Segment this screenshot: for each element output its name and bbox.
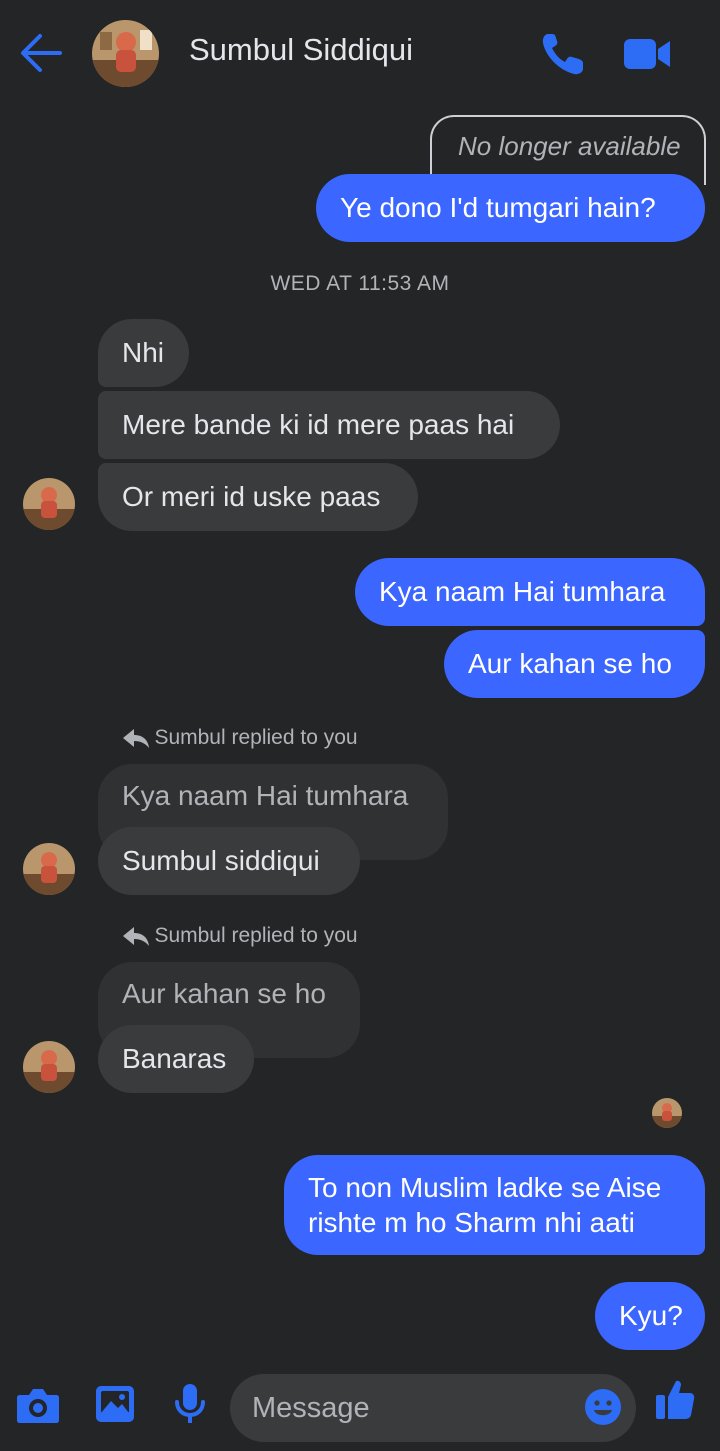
quoted-text: Kya naam Hai tumhara bbox=[122, 780, 409, 811]
sender-avatar[interactable] bbox=[23, 478, 75, 530]
outgoing-message[interactable]: Ye dono I'd tumgari hain? bbox=[316, 174, 705, 242]
message-input[interactable]: Message bbox=[230, 1374, 636, 1442]
message-timestamp: WED AT 11:53 AM bbox=[270, 272, 450, 295]
back-arrow-icon[interactable] bbox=[18, 32, 64, 74]
contact-name[interactable]: Sumbul Siddiqui bbox=[189, 32, 413, 68]
message-text-line: rishte m ho Sharm nhi aati bbox=[308, 1207, 635, 1238]
message-text: Banaras bbox=[122, 1043, 227, 1074]
message-text: Nhi bbox=[122, 337, 165, 368]
outgoing-message[interactable]: To non Muslim ladke se Aise rishte m ho … bbox=[284, 1155, 705, 1255]
video-camera-icon[interactable] bbox=[622, 33, 672, 75]
reply-label: Sumbul replied to you bbox=[154, 924, 358, 947]
incoming-message[interactable]: Mere bande ki id mere paas hai bbox=[98, 391, 560, 459]
incoming-message[interactable]: Or meri id uske paas bbox=[98, 463, 418, 531]
reply-arrow-icon bbox=[123, 729, 149, 748]
message-text: Aur kahan se ho bbox=[468, 648, 672, 679]
camera-icon[interactable] bbox=[16, 1385, 60, 1425]
seen-receipt-avatar bbox=[652, 1098, 682, 1128]
message-text: Ye dono I'd tumgari hain? bbox=[340, 192, 656, 223]
message-text: Sumbul siddiqui bbox=[122, 845, 320, 876]
unavailable-note: No longer available bbox=[458, 131, 681, 161]
emoji-icon[interactable] bbox=[584, 1388, 622, 1426]
phone-icon[interactable] bbox=[538, 30, 590, 78]
reply-label: Sumbul replied to you bbox=[154, 726, 358, 749]
outgoing-message[interactable]: Kya naam Hai tumhara bbox=[355, 558, 705, 626]
like-icon[interactable] bbox=[654, 1377, 696, 1421]
reply-indicator: Sumbul replied to you bbox=[122, 924, 358, 950]
incoming-message[interactable]: Banaras bbox=[98, 1025, 254, 1093]
reply-arrow-icon bbox=[123, 927, 149, 946]
message-text: Kyu? bbox=[619, 1300, 683, 1331]
incoming-message[interactable]: Nhi bbox=[98, 319, 189, 387]
message-text: Kya naam Hai tumhara bbox=[379, 576, 666, 607]
message-text-line: To non Muslim ladke se Aise bbox=[308, 1172, 662, 1203]
gallery-icon[interactable] bbox=[94, 1384, 136, 1424]
message-text: Mere bande ki id mere paas hai bbox=[122, 409, 515, 440]
quoted-text: Aur kahan se ho bbox=[122, 978, 326, 1009]
message-input-placeholder: Message bbox=[252, 1392, 370, 1424]
sender-avatar[interactable] bbox=[23, 843, 75, 895]
message-text: Or meri id uske paas bbox=[122, 481, 381, 512]
sender-avatar[interactable] bbox=[23, 1041, 75, 1093]
outgoing-message[interactable]: Aur kahan se ho bbox=[444, 630, 705, 698]
reply-indicator: Sumbul replied to you bbox=[122, 726, 358, 752]
outgoing-message[interactable]: Kyu? bbox=[595, 1282, 705, 1350]
microphone-icon[interactable] bbox=[172, 1382, 208, 1426]
contact-avatar[interactable] bbox=[92, 20, 159, 87]
incoming-message[interactable]: Sumbul siddiqui bbox=[98, 827, 360, 895]
